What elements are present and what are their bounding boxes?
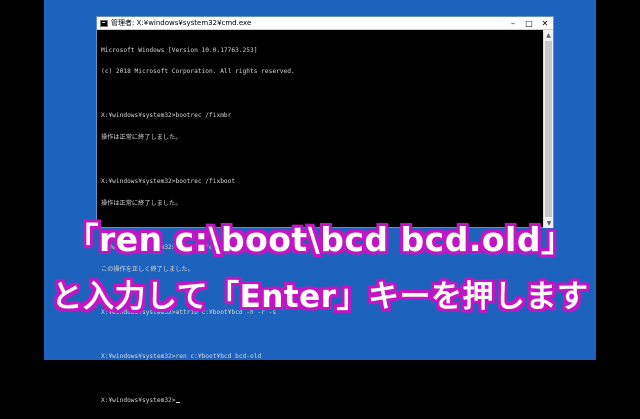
console-line: (c) 2018 Microsoft Corporation. All righ… bbox=[101, 68, 295, 76]
console-line: X:¥windows¥system32>bootrec /fixmbr bbox=[101, 112, 232, 120]
scroll-thumb[interactable] bbox=[545, 41, 552, 217]
console-line: X:¥windows¥system32>ren c:¥boot¥bcd bcd-… bbox=[101, 353, 262, 361]
text-cursor bbox=[175, 402, 180, 404]
console-area[interactable]: Microsoft Windows [Version 10.0.17763.25… bbox=[97, 30, 553, 404]
minimize-button[interactable]: – bbox=[505, 17, 521, 29]
window-titlebar[interactable]: 管理者: X:¥windows¥system32¥cmd.exe – □ ✕ bbox=[97, 17, 553, 30]
window-controls: – □ ✕ bbox=[505, 17, 553, 29]
scroll-up-icon[interactable]: ▲ bbox=[544, 30, 553, 40]
console-prompt-line: X:¥windows¥system32> bbox=[101, 397, 541, 404]
window-title: 管理者: X:¥windows¥system32¥cmd.exe bbox=[111, 19, 252, 27]
console-line: Microsoft Windows [Version 10.0.17763.25… bbox=[101, 46, 258, 54]
console-prompt: X:¥windows¥system32> bbox=[101, 396, 176, 404]
vertical-scrollbar[interactable]: ▲ ▼ bbox=[543, 30, 553, 228]
console-line: X:¥windows¥system32>bootrec /fixboot bbox=[101, 177, 236, 185]
caption-instruction: と入力して「Enter」キーを押します bbox=[51, 279, 589, 315]
command-prompt-window[interactable]: 管理者: X:¥windows¥system32¥cmd.exe – □ ✕ M… bbox=[96, 16, 554, 404]
maximize-button[interactable]: □ bbox=[521, 17, 537, 29]
console-line: 操作は正常に終了しました。 bbox=[101, 199, 182, 207]
close-button[interactable]: ✕ bbox=[537, 17, 553, 29]
console-line: 操作は正常に終了しました。 bbox=[101, 134, 182, 142]
caption-command: 「ren c:\boot\bcd bcd.old」 bbox=[65, 220, 575, 259]
cmd-icon bbox=[100, 19, 108, 27]
